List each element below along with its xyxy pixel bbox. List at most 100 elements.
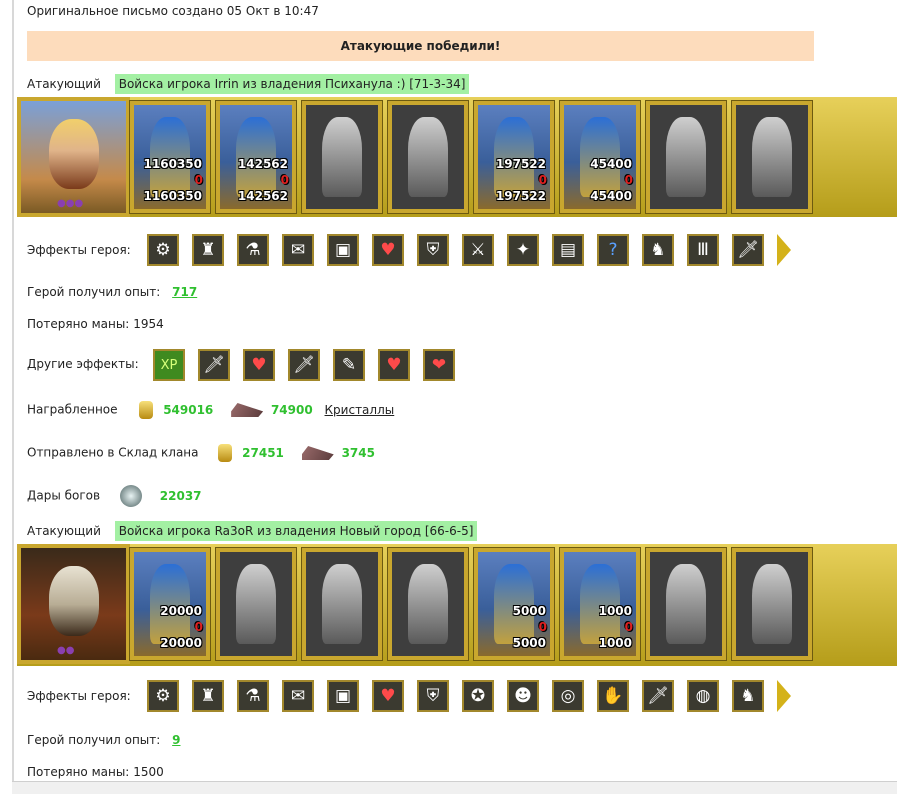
- gods-gifts-label: Дары богов: [27, 488, 101, 503]
- gold-coins-icon: [139, 401, 154, 419]
- troop-unit-image: [408, 564, 448, 644]
- troop-slot[interactable]: 20000 0 20000: [129, 547, 211, 661]
- troop-count: 197522: [495, 157, 546, 171]
- chest-icon[interactable]: ▣: [327, 234, 359, 266]
- troop-unit-image: [752, 564, 792, 644]
- helmet-icon[interactable]: ♜: [192, 680, 224, 712]
- chest-icon[interactable]: ▣: [327, 680, 359, 712]
- boots-icon[interactable]: ♞: [732, 680, 764, 712]
- troop-unit-image: [322, 117, 362, 197]
- catapult-icon[interactable]: ⚙: [147, 680, 179, 712]
- spear-icon[interactable]: ⚔: [462, 234, 494, 266]
- troop-slot[interactable]: 1000 0 1000: [559, 547, 641, 661]
- potion-icon[interactable]: ⚗: [237, 680, 269, 712]
- crystals-icon: [231, 403, 264, 417]
- sword-icon[interactable]: 🗡: [732, 234, 764, 266]
- troop-slot[interactable]: 142562 0 142562: [215, 100, 297, 214]
- troop-slot[interactable]: [645, 547, 727, 661]
- gods-gifts-value: 22037: [159, 488, 202, 503]
- horizontal-scrollbar[interactable]: [12, 781, 897, 794]
- sword-icon[interactable]: 🗡: [642, 680, 674, 712]
- gift-icon[interactable]: ✉: [282, 680, 314, 712]
- troop-count: 5000: [512, 604, 546, 618]
- mask-icon[interactable]: ☻: [507, 680, 539, 712]
- troop-slot[interactable]: [215, 547, 297, 661]
- troop-slot[interactable]: 45400 0 45400: [559, 100, 641, 214]
- armor-icon[interactable]: ▤: [552, 234, 584, 266]
- ring-icon[interactable]: ◎: [552, 680, 584, 712]
- heart-icon[interactable]: ♥: [372, 680, 404, 712]
- scroll-right-arrow-icon[interactable]: [777, 680, 791, 712]
- attacker-2-hero-portrait[interactable]: ●●: [17, 544, 130, 664]
- potion-icon[interactable]: ⚗: [237, 234, 269, 266]
- troop-count: 1160350: [143, 157, 202, 171]
- attacker-2-hero-effects: ⚙ ♜ ⚗ ✉ ▣ ♥ ⛨ ✪ ☻ ◎ ✋ 🗡 ◍ ♞: [147, 680, 807, 714]
- gods-gifts-row: Дары богов 22037: [27, 485, 202, 507]
- mana-label: Потеряно маны:: [27, 765, 130, 779]
- hero-skull-helmet-image: [49, 566, 99, 636]
- troop-unit-image: [666, 117, 706, 197]
- clan-gold-value: 27451: [242, 445, 284, 460]
- troop-slot[interactable]: [387, 100, 469, 214]
- troop-count: 142562: [237, 157, 288, 171]
- hero-face-image: [49, 119, 99, 189]
- xp-icon[interactable]: XP: [153, 349, 185, 381]
- troop-lost: 0: [194, 620, 203, 634]
- other-effects-label: Другие эффекты:: [27, 357, 139, 371]
- crystals-link[interactable]: Кристаллы: [325, 403, 395, 417]
- question-icon[interactable]: ?: [597, 234, 629, 266]
- frame-left-border: [12, 0, 14, 793]
- loot-gold-value: 549016: [163, 402, 214, 417]
- sword-icon[interactable]: 🗡: [198, 349, 230, 381]
- troop-slot[interactable]: 1160350 0 1160350: [129, 100, 211, 214]
- heart-sword-icon[interactable]: ♥: [378, 349, 410, 381]
- gift-icon[interactable]: ✉: [282, 234, 314, 266]
- heart-icon[interactable]: ♥: [372, 234, 404, 266]
- troop-remaining: 1160350: [143, 189, 202, 203]
- scroll-icon[interactable]: ✎: [333, 349, 365, 381]
- troop-slot[interactable]: [387, 547, 469, 661]
- troop-slot[interactable]: [731, 547, 813, 661]
- gauntlet-icon[interactable]: ✋: [597, 680, 629, 712]
- sword-icon[interactable]: 🗡: [288, 349, 320, 381]
- troop-slot[interactable]: [645, 100, 727, 214]
- scroll-right-arrow-icon[interactable]: [777, 234, 791, 266]
- attacker-1-exp-row: Герой получил опыт: 717: [27, 285, 197, 299]
- shield-icon[interactable]: ⛨: [417, 234, 449, 266]
- helmet-icon[interactable]: ♜: [192, 234, 224, 266]
- exp-value-link[interactable]: 717: [172, 285, 197, 299]
- result-banner: Атакующие победили!: [27, 31, 814, 61]
- boots-icon[interactable]: ♞: [642, 234, 674, 266]
- shield-round-icon[interactable]: ◍: [687, 680, 719, 712]
- troop-slot[interactable]: 5000 0 5000: [473, 547, 555, 661]
- hearts-icon[interactable]: ❤: [423, 349, 455, 381]
- troop-slot[interactable]: [731, 100, 813, 214]
- troop-remaining: 1000: [598, 636, 632, 650]
- attacker-2-mana-row: Потеряно маны: 1500: [27, 765, 164, 779]
- gates-icon[interactable]: Ⅲ: [687, 234, 719, 266]
- attacker-2-header: Атакующий Войска игрока Ra3oR из владени…: [27, 521, 478, 541]
- shield-icon[interactable]: ⛨: [417, 680, 449, 712]
- troop-remaining: 197522: [495, 189, 546, 203]
- troop-slot[interactable]: [301, 100, 383, 214]
- attacker-1-hero-portrait[interactable]: ●●●: [17, 97, 130, 217]
- attacker-2-army-strip: ●● 20000 0 20000 5000 0 5000 1000 0 1000: [17, 544, 897, 666]
- catapult-icon[interactable]: ⚙: [147, 234, 179, 266]
- attacker-1-army-strip: ●●● 1160350 0 1160350 142562 0 142562 197522 0 1…: [17, 97, 897, 217]
- troop-slot[interactable]: 197522 0 197522: [473, 100, 555, 214]
- amulet-icon[interactable]: ✦: [507, 234, 539, 266]
- attacker-2-role: Атакующий: [27, 524, 101, 538]
- troop-slot[interactable]: [301, 547, 383, 661]
- exp-value-link[interactable]: 9: [172, 733, 180, 747]
- troop-unit-image: [322, 564, 362, 644]
- heart-sword-icon[interactable]: ♥: [243, 349, 275, 381]
- clan-storage-row: Отправлено в Склад клана 27451 3745: [27, 444, 375, 462]
- troop-remaining: 20000: [160, 636, 202, 650]
- clan-storage-label: Отправлено в Склад клана: [27, 445, 199, 460]
- hero-level-dots: ●●: [57, 645, 75, 656]
- troop-unit-image: [752, 117, 792, 197]
- attacker-1-hero-effects-label: Эффекты героя:: [27, 243, 131, 257]
- pentagram-icon[interactable]: ✪: [462, 680, 494, 712]
- hero-level-dots: ●●●: [57, 198, 84, 209]
- attacker-1-army-title: Войска игрока Irrin из владения Психанул…: [114, 74, 470, 94]
